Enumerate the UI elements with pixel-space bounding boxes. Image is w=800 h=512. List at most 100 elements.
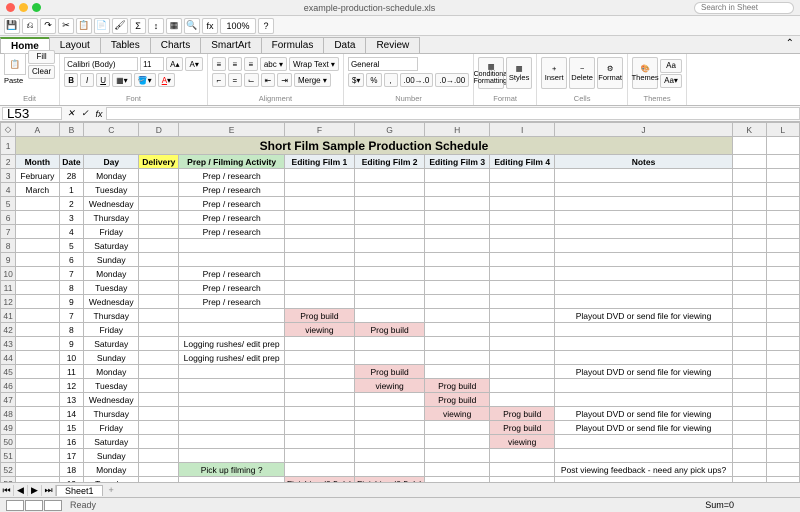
- cell[interactable]: 8: [59, 281, 84, 295]
- cell[interactable]: [16, 463, 59, 477]
- cell[interactable]: [425, 295, 490, 309]
- cell[interactable]: [425, 435, 490, 449]
- table-row[interactable]: 4713WednesdayProg build: [1, 393, 800, 407]
- cell[interactable]: [355, 351, 425, 365]
- sheet-search-input[interactable]: [694, 2, 794, 14]
- cell[interactable]: [555, 281, 733, 295]
- column-header-L[interactable]: L: [766, 123, 799, 137]
- formula-input[interactable]: [106, 107, 800, 120]
- cell[interactable]: [355, 225, 425, 239]
- cell[interactable]: Tuesday: [84, 183, 139, 197]
- font-size-input[interactable]: [140, 57, 164, 71]
- cell[interactable]: [16, 449, 59, 463]
- cell[interactable]: Saturday: [84, 337, 139, 351]
- cell[interactable]: Sunday: [84, 253, 139, 267]
- undo-icon[interactable]: ⎌: [22, 18, 38, 34]
- sheet-nav-prev-icon[interactable]: ◀: [14, 485, 28, 496]
- cell[interactable]: 13: [59, 393, 84, 407]
- cell[interactable]: Pick up filming ?: [179, 463, 284, 477]
- cell[interactable]: [355, 169, 425, 183]
- cell[interactable]: Prog build: [355, 365, 425, 379]
- cell[interactable]: [490, 225, 555, 239]
- cell[interactable]: [425, 323, 490, 337]
- cell[interactable]: Tuesday: [84, 379, 139, 393]
- column-header-F[interactable]: F: [284, 123, 354, 137]
- cell[interactable]: 28: [59, 169, 84, 183]
- cell[interactable]: [555, 211, 733, 225]
- page-layout-view-button[interactable]: [25, 500, 43, 511]
- hdr-notes[interactable]: Notes: [555, 155, 733, 169]
- column-header-D[interactable]: D: [139, 123, 179, 137]
- sort-icon[interactable]: ↕: [148, 18, 164, 34]
- cell[interactable]: Monday: [84, 463, 139, 477]
- cell[interactable]: 11: [59, 365, 84, 379]
- cell[interactable]: Prog build: [355, 323, 425, 337]
- cell[interactable]: [16, 225, 59, 239]
- cell[interactable]: [284, 393, 354, 407]
- cell[interactable]: [179, 421, 284, 435]
- sheet-nav-last-icon[interactable]: ⏭: [42, 485, 56, 496]
- cell[interactable]: [355, 337, 425, 351]
- cell[interactable]: [425, 309, 490, 323]
- tab-charts[interactable]: Charts: [150, 37, 201, 53]
- tab-smartart[interactable]: SmartArt: [200, 37, 261, 53]
- cell[interactable]: [555, 295, 733, 309]
- cell[interactable]: 2: [59, 197, 84, 211]
- cell[interactable]: [284, 211, 354, 225]
- cell[interactable]: [284, 407, 354, 421]
- cell[interactable]: [355, 197, 425, 211]
- insert-cells-button[interactable]: +Insert: [541, 57, 567, 89]
- cell[interactable]: 1: [59, 183, 84, 197]
- conditional-formatting-button[interactable]: ▦Conditional Formatting: [478, 57, 504, 89]
- cell[interactable]: 10: [59, 351, 84, 365]
- cell[interactable]: 8: [59, 323, 84, 337]
- cell[interactable]: [555, 449, 733, 463]
- cell[interactable]: [490, 323, 555, 337]
- cell[interactable]: [425, 169, 490, 183]
- number-format-select[interactable]: [348, 57, 418, 71]
- sheet-nav-first-icon[interactable]: ⏮: [0, 485, 14, 496]
- spreadsheet-grid[interactable]: ◇ABCDEFGHIJKL 1Short Film Sample Product…: [0, 122, 800, 482]
- cell[interactable]: [355, 267, 425, 281]
- table-row[interactable]: 428FridayviewingProg build: [1, 323, 800, 337]
- cell[interactable]: [16, 435, 59, 449]
- hdr-day[interactable]: Day: [84, 155, 139, 169]
- cell[interactable]: [284, 421, 354, 435]
- bold-button[interactable]: B: [64, 73, 78, 87]
- cell[interactable]: Saturday: [84, 435, 139, 449]
- cell[interactable]: [490, 211, 555, 225]
- cell[interactable]: [490, 169, 555, 183]
- add-sheet-button[interactable]: +: [103, 485, 120, 495]
- cell[interactable]: [139, 239, 179, 253]
- cell[interactable]: [355, 239, 425, 253]
- align-left-icon[interactable]: ≡: [212, 57, 226, 71]
- cell[interactable]: [284, 281, 354, 295]
- table-row[interactable]: 74FridayPrep / research: [1, 225, 800, 239]
- table-row[interactable]: 5218MondayPick up filming ?Post viewing …: [1, 463, 800, 477]
- cell[interactable]: Friday: [84, 421, 139, 435]
- autosum-icon[interactable]: Σ: [130, 18, 146, 34]
- cut-icon[interactable]: ✂: [58, 18, 74, 34]
- hdr-activity[interactable]: Prep / Filming Activity: [179, 155, 284, 169]
- cell[interactable]: March: [16, 183, 59, 197]
- cell[interactable]: Playout DVD or send file for viewing: [555, 309, 733, 323]
- cell[interactable]: [355, 449, 425, 463]
- cell[interactable]: [179, 435, 284, 449]
- cell[interactable]: [355, 281, 425, 295]
- cell[interactable]: [139, 197, 179, 211]
- cell[interactable]: [284, 239, 354, 253]
- cell[interactable]: [16, 309, 59, 323]
- cell[interactable]: Monday: [84, 365, 139, 379]
- column-header-I[interactable]: I: [490, 123, 555, 137]
- styles-button[interactable]: ▦Styles: [506, 57, 532, 89]
- cell[interactable]: [139, 435, 179, 449]
- cell[interactable]: [16, 337, 59, 351]
- cell[interactable]: [490, 183, 555, 197]
- cell[interactable]: 4: [59, 225, 84, 239]
- indent-inc-icon[interactable]: ⇥: [277, 73, 292, 87]
- cell[interactable]: [355, 393, 425, 407]
- cell[interactable]: [425, 253, 490, 267]
- cell[interactable]: Prog build: [425, 379, 490, 393]
- cell[interactable]: [555, 225, 733, 239]
- cell[interactable]: Post viewing feedback - need any pick up…: [555, 463, 733, 477]
